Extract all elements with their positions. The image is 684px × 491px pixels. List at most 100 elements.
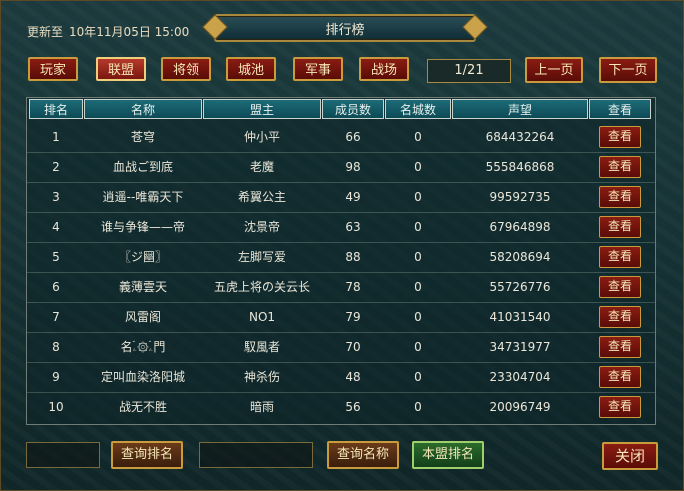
leader-cell: 仲小平	[243, 130, 280, 144]
members-cell: 56	[345, 400, 361, 414]
members-cell: 88	[345, 250, 361, 264]
view-button[interactable]: 查看	[599, 216, 641, 238]
name-cell: 逍遥--唯霸天下	[102, 190, 184, 204]
column-header: 名城数	[385, 99, 451, 119]
view-button[interactable]: 查看	[599, 246, 641, 268]
name-query-input[interactable]	[199, 442, 313, 468]
title-banner: 排行榜	[202, 14, 488, 42]
query-rank-button[interactable]: 查询排名	[111, 441, 183, 469]
next-page-button[interactable]: 下一页	[599, 57, 657, 83]
rank-query-input[interactable]	[26, 442, 100, 468]
leader-cell: 沈景帝	[243, 220, 280, 234]
leader-cell: 老魔	[249, 160, 274, 174]
view-button[interactable]: 查看	[599, 276, 641, 298]
close-button[interactable]: 关闭	[602, 442, 658, 470]
page-indicator: 1/21	[427, 59, 511, 83]
table-row: 8 名ۦۘ۞ۦۘ門 馭風者 70 0 34731977 查看	[27, 332, 655, 363]
update-label: 更新至	[27, 25, 64, 39]
tab-players[interactable]: 玩家	[28, 57, 78, 81]
members-cell: 63	[345, 220, 361, 234]
update-info: 更新至 10年11月05日 15:00	[27, 23, 195, 40]
view-button[interactable]: 查看	[599, 186, 641, 208]
cities-cell: 0	[414, 250, 422, 264]
prestige-cell: 34731977	[489, 340, 551, 354]
table-row: 3 逍遥--唯霸天下 希翼公主 49 0 99592735 查看	[27, 182, 655, 213]
column-header: 名称	[84, 99, 202, 119]
tab-battlefield[interactable]: 战场	[359, 57, 409, 81]
leader-cell: NO1	[248, 310, 276, 324]
leader-cell: 五虎上将の关云长	[213, 280, 310, 294]
prestige-cell: 67964898	[489, 220, 551, 234]
alliance-rank-button[interactable]: 本盟排名	[412, 441, 484, 469]
leader-cell: 暗雨	[249, 400, 274, 414]
cities-cell: 0	[414, 340, 422, 354]
members-cell: 49	[345, 190, 361, 204]
view-button[interactable]: 查看	[599, 396, 641, 418]
members-cell: 66	[345, 130, 361, 144]
name-cell: 〖ジ圝〗	[118, 250, 167, 264]
view-button[interactable]: 查看	[599, 306, 641, 328]
cities-cell: 0	[414, 400, 422, 414]
rank-cell: 1	[52, 130, 60, 144]
name-cell: 战无不胜	[118, 400, 167, 414]
query-name-button[interactable]: 查询名称	[327, 441, 399, 469]
leader-cell: 希翼公主	[237, 190, 286, 204]
table-row: 9 定叫血染洛阳城 神杀伤 48 0 23304704 查看	[27, 362, 655, 393]
page-title: 排行榜	[325, 23, 365, 38]
tab-military[interactable]: 军事	[293, 57, 343, 81]
column-header: 查看	[589, 99, 651, 119]
view-button[interactable]: 查看	[599, 126, 641, 148]
prestige-cell: 41031540	[489, 310, 551, 324]
rank-cell: 6	[52, 280, 60, 294]
name-cell: 谁与争锋——帝	[100, 220, 185, 234]
table-row: 1 苍穹 仲小平 66 0 684432264 查看	[27, 122, 655, 153]
name-cell: 苍穹	[130, 130, 155, 144]
prestige-cell: 99592735	[489, 190, 551, 204]
rank-cell: 8	[52, 340, 60, 354]
column-header: 盟主	[203, 99, 321, 119]
view-button[interactable]: 查看	[599, 336, 641, 358]
name-cell: 定叫血染洛阳城	[100, 370, 185, 384]
rank-cell: 3	[52, 190, 60, 204]
prestige-cell: 20096749	[489, 400, 551, 414]
table-row: 6 義薄雲天 五虎上将の关云长 78 0 55726776 查看	[27, 272, 655, 303]
column-header: 成员数	[322, 99, 384, 119]
cities-cell: 0	[414, 310, 422, 324]
rank-cell: 2	[52, 160, 60, 174]
tab-alliances[interactable]: 联盟	[96, 57, 146, 81]
column-header: 排名	[29, 99, 83, 119]
leader-cell: 神杀伤	[243, 370, 280, 384]
column-header: 声望	[452, 99, 588, 119]
cities-cell: 0	[414, 190, 422, 204]
members-cell: 79	[345, 310, 361, 324]
view-button[interactable]: 查看	[599, 366, 641, 388]
prev-page-button[interactable]: 上一页	[525, 57, 583, 83]
ranking-table: 排名 名称 盟主 成员数 名城数 声望 查看 1 苍穹 仲小平 66 0 684…	[26, 97, 656, 425]
prestige-cell: 58208694	[489, 250, 551, 264]
tab-generals[interactable]: 将领	[161, 57, 211, 81]
table-row: 7 风雷阁 NO1 79 0 41031540 查看	[27, 302, 655, 333]
rank-cell: 5	[52, 250, 60, 264]
prestige-cell: 55726776	[489, 280, 551, 294]
table-header: 排名 名称 盟主 成员数 名城数 声望 查看	[27, 98, 655, 120]
name-cell: 风雷阁	[124, 310, 161, 324]
tab-cities[interactable]: 城池	[226, 57, 276, 81]
view-button[interactable]: 查看	[599, 156, 641, 178]
name-cell: 義薄雲天	[118, 280, 167, 294]
table-row: 2 血战ご到底 老魔 98 0 555846868 查看	[27, 152, 655, 183]
cities-cell: 0	[414, 130, 422, 144]
table-row: 10 战无不胜 暗雨 56 0 20096749 查看	[27, 392, 655, 422]
rank-cell: 4	[52, 220, 60, 234]
prestige-cell: 23304704	[489, 370, 551, 384]
name-cell: 血战ご到底	[112, 160, 173, 174]
members-cell: 48	[345, 370, 361, 384]
leaderboard-window: 更新至 10年11月05日 15:00 排行榜 玩家 联盟 将领 城池 军事 战场…	[0, 0, 684, 491]
update-time: 10年11月05日 15:00	[69, 25, 190, 39]
cities-cell: 0	[414, 280, 422, 294]
rank-cell: 7	[52, 310, 60, 324]
members-cell: 70	[345, 340, 361, 354]
leader-cell: 馭風者	[243, 340, 280, 354]
prestige-cell: 555846868	[485, 160, 555, 174]
rank-cell: 9	[52, 370, 60, 384]
members-cell: 98	[345, 160, 361, 174]
